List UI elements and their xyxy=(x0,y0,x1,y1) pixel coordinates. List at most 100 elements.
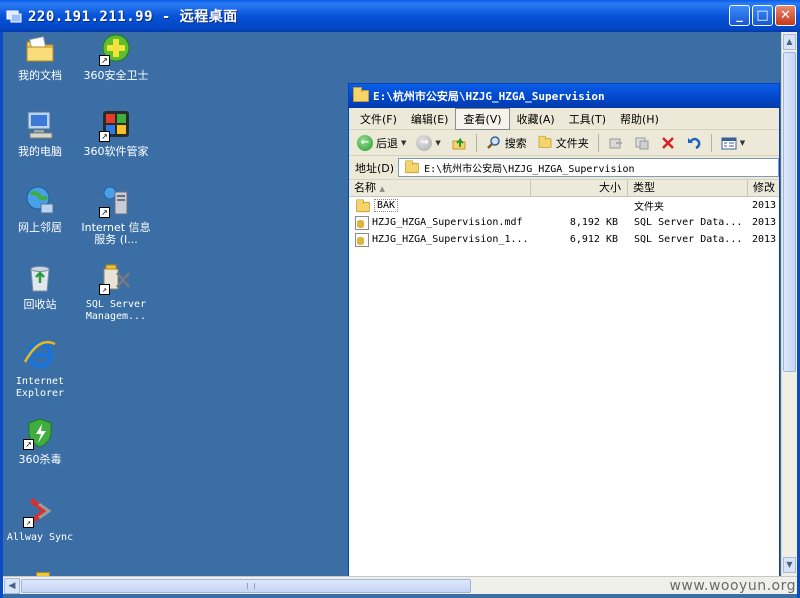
desktop-icon-iis[interactable]: ↗ Internet 信息服务 (I... xyxy=(76,184,156,246)
desktop-icon-my-documents[interactable]: 我的文档 xyxy=(0,32,80,82)
database-file-icon xyxy=(355,232,369,247)
forward-arrow-icon: → xyxy=(416,134,433,151)
vscroll-thumb[interactable] xyxy=(783,52,796,372)
recycle-bin-icon xyxy=(23,261,57,295)
shortcut-arrow-icon: ↗ xyxy=(99,207,110,218)
desktop-icon-recycle-bin[interactable]: 回收站 xyxy=(0,261,80,311)
address-label: 地址(D) xyxy=(355,161,395,175)
menu-bar: 文件(F) 编辑(E) 查看(V) 收藏(A) 工具(T) 帮助(H) xyxy=(349,107,779,130)
allway-sync-icon: ↗ xyxy=(23,494,57,528)
desktop-icon-network[interactable]: 网上邻居 xyxy=(0,184,80,234)
column-name-header[interactable]: 名称 ▲ xyxy=(349,180,531,196)
explorer-window[interactable]: E:\杭州市公安局\HZJG_HZGA_Supervision 文件(F) 编辑… xyxy=(348,83,780,578)
watermark: www.wooyun.org xyxy=(669,578,796,594)
forward-button[interactable]: → ▼ xyxy=(412,134,444,152)
iis-icon: ↗ xyxy=(99,184,133,218)
up-button[interactable] xyxy=(447,134,471,152)
360-safe-icon: ↗ xyxy=(99,32,133,66)
toolbar-separator xyxy=(710,133,712,152)
menu-edit[interactable]: 编辑(E) xyxy=(404,109,456,129)
maximize-icon: □ xyxy=(756,8,769,23)
folder-documents-icon xyxy=(23,32,57,66)
move-to-icon xyxy=(609,138,622,148)
shortcut-arrow-icon: ↗ xyxy=(99,55,110,66)
search-label: 搜索 xyxy=(504,136,527,150)
desktop-icon-360-safe[interactable]: ↗ 360安全卫士 xyxy=(76,32,156,82)
file-list[interactable]: 名称 ▲ 大小 类型 修改 BAK 文件夹 2013 HZJG_HZGA_Sup… xyxy=(349,180,779,577)
close-button[interactable]: ✕ xyxy=(775,5,796,26)
file-name: BAK xyxy=(374,199,399,212)
desktop-icon-label: 360杀毒 xyxy=(18,453,62,466)
desktop-icon-ie[interactable]: Internet Explorer xyxy=(0,338,80,400)
file-row[interactable]: HZJG_HZGA_Supervision.mdf 8,192 KB SQL S… xyxy=(349,214,779,231)
column-size-header[interactable]: 大小 xyxy=(531,180,628,196)
folder-icon xyxy=(538,135,552,148)
maximize-button[interactable]: □ xyxy=(752,5,773,26)
chevron-down-icon: ▼ xyxy=(739,138,746,147)
undo-button[interactable] xyxy=(682,134,706,152)
delete-button[interactable] xyxy=(656,134,680,152)
360-software-manager-icon: ↗ xyxy=(99,108,133,142)
menu-view[interactable]: 查看(V) xyxy=(455,107,510,130)
column-name-label: 名称 xyxy=(354,181,376,194)
scroll-left-arrow-icon[interactable]: ◀ xyxy=(4,578,20,594)
back-label: 后退 xyxy=(376,136,398,150)
folder-icon xyxy=(405,159,419,173)
file-row[interactable]: HZJG_HZGA_Supervision_1... 6,912 KB SQL … xyxy=(349,231,779,248)
menu-help[interactable]: 帮助(H) xyxy=(613,109,666,129)
computer-icon xyxy=(23,108,57,142)
minimize-button[interactable]: _ xyxy=(729,5,750,26)
desktop-icon-my-computer[interactable]: 我的电脑 xyxy=(0,108,80,158)
desktop-icon-label: Allway Sync xyxy=(6,532,74,543)
desktop-icon-360-antivirus[interactable]: ↗ 360杀毒 xyxy=(0,416,80,466)
folder-icon xyxy=(356,199,370,213)
scroll-down-arrow-icon[interactable]: ▼ xyxy=(783,557,796,573)
minimize-icon: _ xyxy=(736,8,743,23)
search-button[interactable]: 搜索 xyxy=(482,134,531,152)
hscroll-thumb[interactable] xyxy=(21,579,471,593)
file-type: SQL Server Data... xyxy=(634,217,743,228)
file-size: 6,912 KB xyxy=(569,234,618,245)
desktop-icon-allway-sync[interactable]: ↗ Allway Sync xyxy=(0,494,80,544)
back-arrow-icon: ← xyxy=(357,134,373,151)
file-name: HZJG_HZGA_Supervision_1... xyxy=(372,234,529,245)
move-to-button[interactable] xyxy=(604,134,628,152)
internet-explorer-icon xyxy=(23,338,57,372)
chevron-down-icon[interactable]: ▼ xyxy=(401,139,406,147)
remote-desktop-icon xyxy=(6,10,22,23)
undo-icon xyxy=(687,137,701,149)
toolbar: ← 后退 ▼ → ▼ 搜索 文件夹 ▼ xyxy=(349,130,779,156)
menu-file[interactable]: 文件(F) xyxy=(353,109,404,129)
back-button[interactable]: ← 后退 ▼ xyxy=(353,134,410,152)
desktop-icon-label: Internet 信息服务 (I... xyxy=(81,221,151,246)
chevron-down-icon[interactable]: ▼ xyxy=(435,139,440,147)
file-modified: 2013 xyxy=(752,217,777,228)
toolbar-separator xyxy=(597,133,599,152)
desktop-icon-sql-server[interactable]: ↗ SQL Server Managem... xyxy=(76,261,156,323)
remote-desktop-title: 220.191.211.99 - 远程桌面 xyxy=(28,9,238,25)
scroll-up-arrow-icon[interactable]: ▲ xyxy=(783,34,796,50)
desktop-icon-360-software-manager[interactable]: ↗ 360软件管家 xyxy=(76,108,156,158)
menu-favorites[interactable]: 收藏(A) xyxy=(510,109,562,129)
explorer-titlebar[interactable]: E:\杭州市公安局\HZJG_HZGA_Supervision xyxy=(349,84,779,108)
copy-to-button[interactable] xyxy=(630,134,654,152)
address-input[interactable]: E:\杭州市公安局\HZJG_HZGA_Supervision xyxy=(398,158,779,177)
network-icon xyxy=(23,184,57,218)
desktop-icon-label: 我的电脑 xyxy=(18,145,62,158)
desktop-icon-label: SQL Server Managem... xyxy=(85,299,147,322)
views-button[interactable]: ▼ xyxy=(717,134,749,152)
address-bar: 地址(D) E:\杭州市公安局\HZJG_HZGA_Supervision xyxy=(349,156,779,180)
remote-desktop-titlebar[interactable]: 220.191.211.99 - 远程桌面 _ □ ✕ xyxy=(0,0,800,32)
search-icon xyxy=(486,135,500,149)
file-list-header: 名称 ▲ 大小 类型 修改 xyxy=(349,180,779,197)
sql-server-icon: ↗ xyxy=(99,261,133,295)
column-type-header[interactable]: 类型 xyxy=(628,180,748,196)
menu-tools[interactable]: 工具(T) xyxy=(562,109,613,129)
remote-desktop-vscroll[interactable]: ▲ ▼ xyxy=(781,32,797,576)
360-antivirus-icon: ↗ xyxy=(23,416,57,450)
file-row[interactable]: BAK 文件夹 2013 xyxy=(349,197,779,214)
shortcut-arrow-icon: ↗ xyxy=(23,517,34,528)
desktop-icon-label: 回收站 xyxy=(23,298,57,311)
folders-button[interactable]: 文件夹 xyxy=(533,134,593,152)
column-modified-header[interactable]: 修改 xyxy=(748,180,779,196)
